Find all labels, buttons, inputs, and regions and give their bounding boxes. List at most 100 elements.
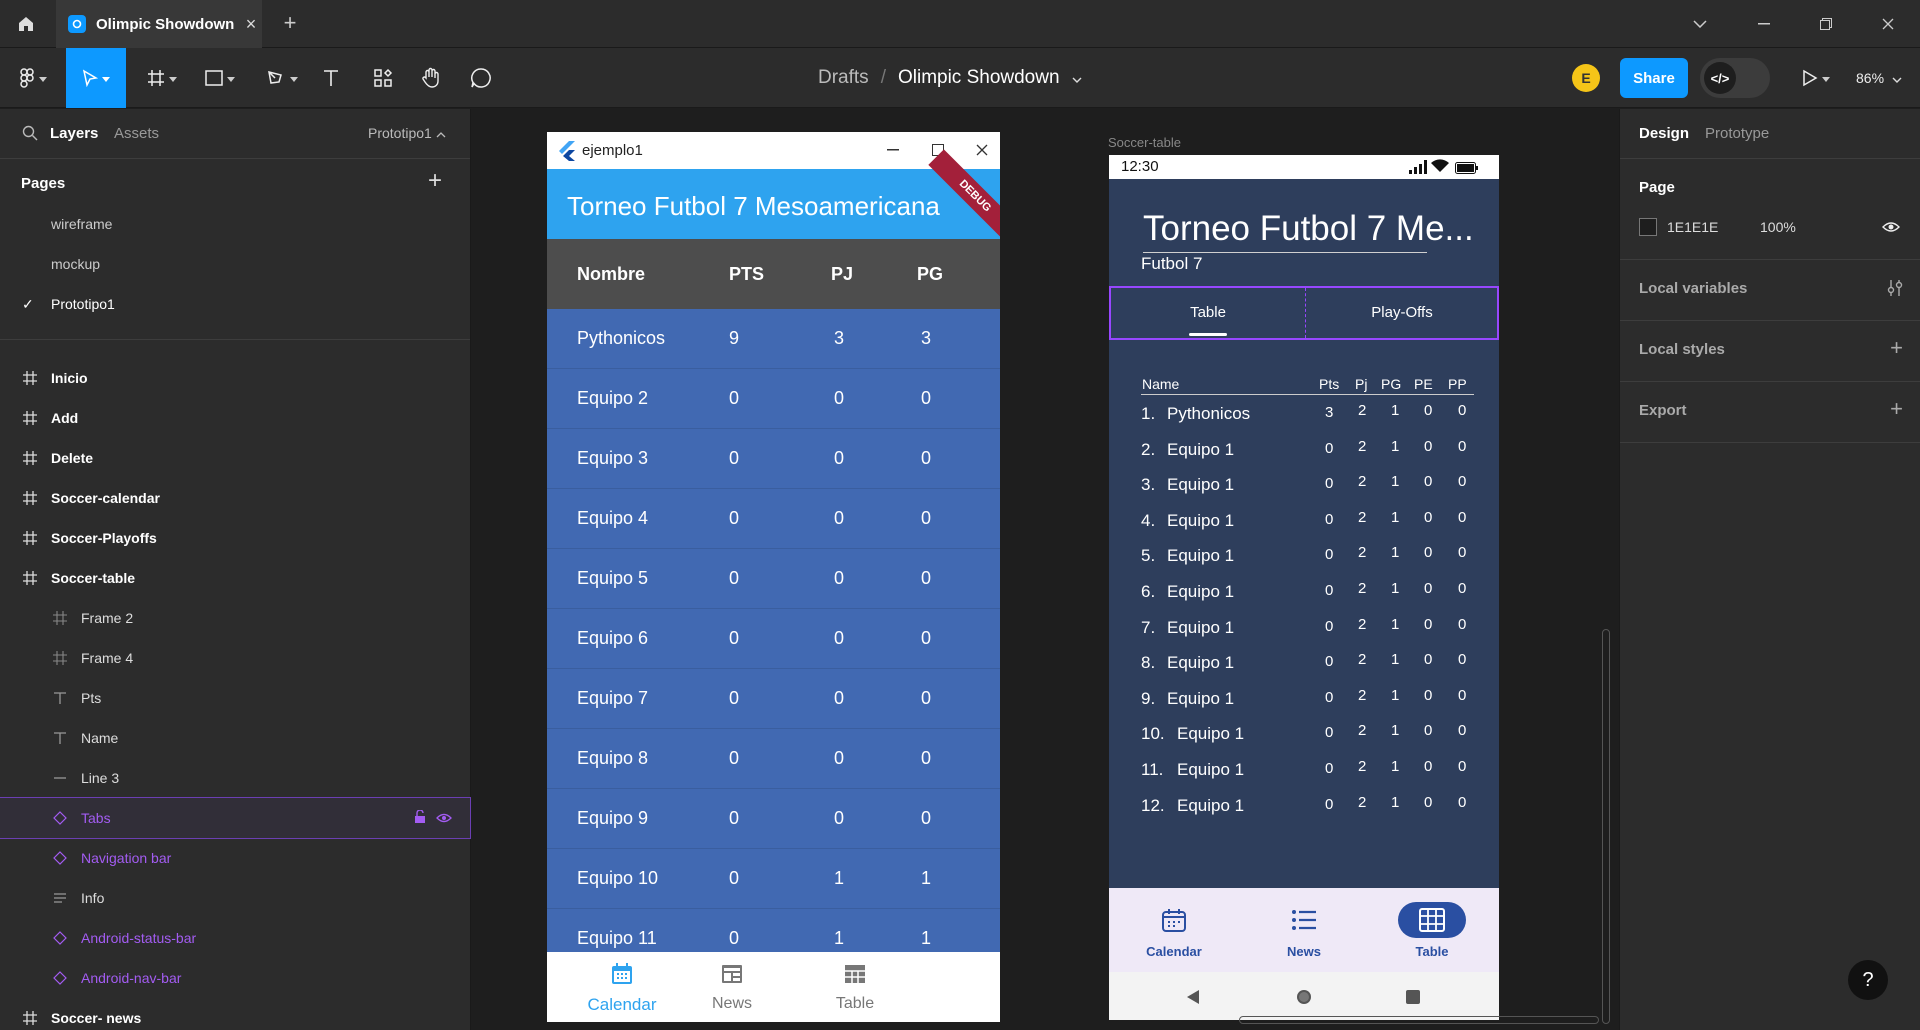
unlock-icon[interactable] [414, 809, 426, 827]
page-color-value[interactable]: 1E1E1E [1667, 219, 1718, 235]
title-underline [1143, 252, 1427, 253]
layer-item[interactable]: Soccer-Playoffs [0, 518, 470, 558]
chevron-down-icon[interactable] [1072, 67, 1082, 89]
avatar[interactable]: E [1572, 64, 1600, 92]
dev-mode-toggle[interactable]: </> [1700, 58, 1770, 98]
close-tab-icon[interactable]: × [240, 14, 262, 35]
file-tab[interactable]: Olimpic Showdown × [56, 0, 262, 48]
move-tool-button[interactable] [66, 48, 126, 108]
tab-play-offs[interactable]: Play-Offs [1305, 304, 1499, 321]
rank: 2. [1141, 439, 1156, 459]
recents-icon[interactable] [1406, 990, 1420, 1009]
chevron-up-icon [436, 132, 446, 138]
eye-icon[interactable] [1882, 220, 1900, 238]
local-styles-label: Local styles [1639, 341, 1725, 358]
present-button[interactable] [1796, 48, 1836, 108]
chevron-down-icon[interactable] [1670, 0, 1730, 48]
resources-tool-button[interactable] [366, 48, 400, 108]
layer-item[interactable]: Frame 4 [0, 638, 470, 678]
variables-icon[interactable] [1887, 279, 1903, 302]
frame-label[interactable]: Soccer-table [1108, 135, 1181, 150]
page-item-prototipo1[interactable]: Prototipo1 [51, 296, 115, 312]
eye-icon[interactable] [436, 811, 452, 827]
tab-design[interactable]: Design [1639, 125, 1689, 142]
layer-label: Soccer-Playoffs [51, 530, 157, 546]
frame-icon [148, 70, 164, 86]
home-icon[interactable] [0, 0, 52, 48]
layer-item[interactable]: Android-status-bar [0, 918, 470, 958]
page-selector[interactable]: Prototipo1 [368, 125, 446, 141]
layer-item[interactable]: Info [0, 878, 470, 918]
layer-item[interactable]: Pts [0, 678, 470, 718]
layer-item[interactable]: Soccer- news [0, 998, 470, 1030]
share-button[interactable]: Share [1620, 58, 1688, 98]
soccer-table-frame[interactable]: 12:30 Torneo Futbol 7 Me... Futbol 7 Tab… [1109, 155, 1499, 1020]
add-export-icon[interactable]: + [1890, 396, 1903, 422]
shape-tool-button[interactable] [196, 48, 244, 108]
layer-item[interactable]: Add [0, 398, 470, 438]
stat-value: 0 [1325, 439, 1334, 457]
layer-item[interactable]: Delete [0, 438, 470, 478]
file-name[interactable]: Olimpic Showdown [898, 67, 1060, 89]
page-color-swatch[interactable] [1639, 218, 1657, 236]
nav-item-news[interactable]: News [1249, 902, 1359, 959]
local-variables-section[interactable]: Local variables [1620, 260, 1920, 321]
zoom-control[interactable]: 86% [1856, 48, 1902, 108]
close-icon[interactable] [967, 138, 997, 162]
layer-item[interactable]: Tabs [0, 797, 471, 839]
page-item-wireframe[interactable]: wireframe [51, 216, 112, 232]
frame-tool-button[interactable] [138, 48, 186, 108]
nav-item-calendar[interactable]: Calendar [562, 962, 682, 1015]
stat-value: 2 [1358, 508, 1367, 526]
nav-item-news[interactable]: News [672, 962, 792, 1013]
stat-value: 2 [1358, 758, 1367, 775]
hand-tool-button[interactable] [414, 48, 448, 108]
layer-item[interactable]: Navigation bar [0, 838, 470, 878]
tab-table[interactable]: Table [1111, 304, 1305, 321]
page-opacity-value[interactable]: 100% [1760, 219, 1796, 235]
layer-item[interactable]: Android-nav-bar [0, 958, 470, 998]
main-menu-button[interactable] [8, 48, 58, 108]
window-title: ejemplo1 [582, 142, 643, 159]
stat-value: 2 [1358, 651, 1367, 669]
home-icon[interactable] [1296, 989, 1312, 1010]
search-icon[interactable] [22, 125, 38, 146]
hand-icon [422, 67, 439, 88]
text-tool-button[interactable] [314, 48, 348, 108]
layer-item[interactable]: Name [0, 718, 470, 758]
restore-icon[interactable] [1796, 0, 1856, 48]
tab-layers[interactable]: Layers [50, 125, 98, 142]
vertical-scrollbar[interactable] [1602, 629, 1610, 1024]
minimize-icon[interactable] [878, 138, 908, 162]
tab-prototype[interactable]: Prototype [1705, 125, 1769, 142]
minimize-icon[interactable] [1734, 0, 1794, 48]
canvas[interactable]: ejemplo1 Torneo Futbol 7 Mesoamericana D… [471, 109, 1619, 1030]
stat-value: 0 [1424, 508, 1433, 526]
horizontal-scrollbar[interactable] [1239, 1016, 1599, 1024]
nav-item-table[interactable]: Table [795, 962, 915, 1013]
add-style-icon[interactable]: + [1890, 335, 1903, 361]
pen-tool-button[interactable] [258, 48, 306, 108]
nav-item-table[interactable]: Table [1377, 902, 1487, 959]
table-row: Equipo 9 0 0 0 [547, 789, 1000, 849]
layer-item[interactable]: Inicio [0, 358, 470, 398]
layer-item[interactable]: Line 3 [0, 758, 470, 798]
stat-value: 0 [729, 508, 740, 528]
comment-tool-button[interactable] [464, 48, 498, 108]
local-styles-section[interactable]: Local styles + [1620, 321, 1920, 382]
page-item-mockup[interactable]: mockup [51, 256, 100, 272]
help-button[interactable]: ? [1848, 960, 1888, 1000]
new-tab-icon[interactable]: + [278, 12, 302, 36]
layer-item[interactable]: Soccer-calendar [0, 478, 470, 518]
layer-item[interactable]: Soccer-table [0, 558, 470, 598]
close-window-icon[interactable] [1858, 0, 1918, 48]
nav-item-calendar[interactable]: Calendar [1119, 902, 1229, 959]
component-icon [52, 930, 68, 946]
back-icon[interactable] [1187, 990, 1199, 1009]
tab-assets[interactable]: Assets [114, 125, 159, 142]
export-section[interactable]: Export + [1620, 382, 1920, 443]
layer-item[interactable]: Frame 2 [0, 598, 470, 638]
add-page-icon[interactable]: + [428, 167, 442, 195]
rank: 9. [1141, 688, 1156, 708]
breadcrumb-drafts[interactable]: Drafts [818, 67, 869, 89]
